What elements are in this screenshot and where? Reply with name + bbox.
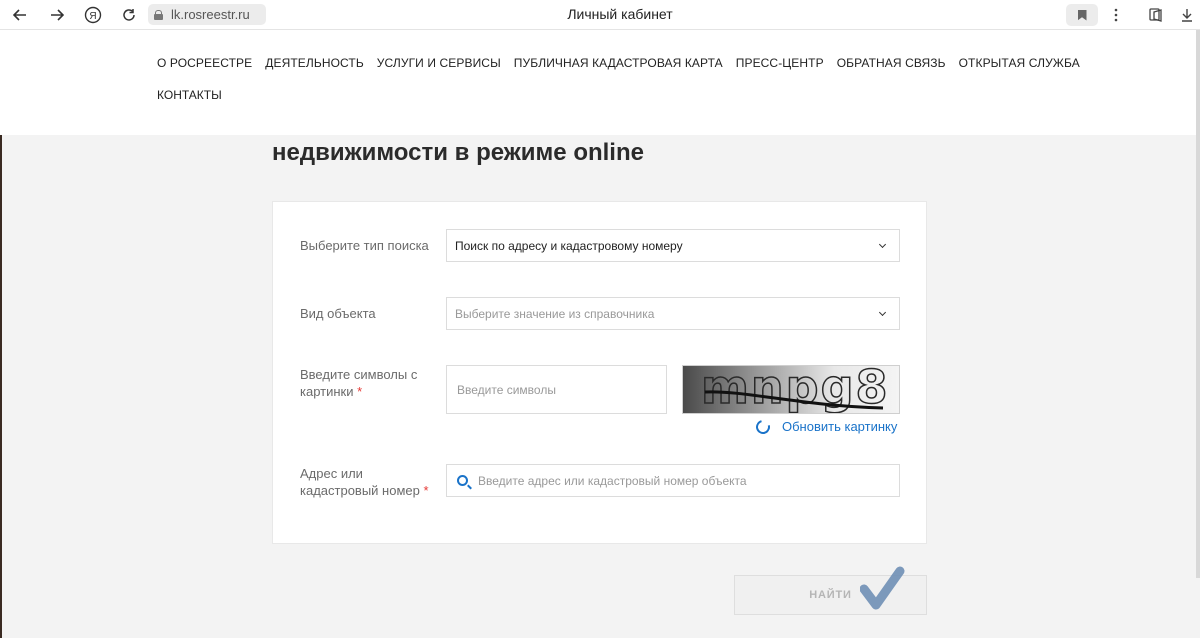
menu-dots-icon[interactable] (1105, 4, 1127, 26)
nav-item-about[interactable]: О РОСРЕЕСТРЕ (157, 56, 252, 70)
captcha-label-line2: картинки (300, 384, 354, 399)
site-header (0, 30, 1200, 135)
reload-icon[interactable] (118, 4, 140, 26)
address-label-line2: кадастровый номер (300, 483, 420, 498)
chevron-down-icon (878, 240, 887, 249)
nav-item-contacts[interactable]: КОНТАКТЫ (157, 88, 222, 102)
nav-item-feedback[interactable]: ОБРАТНАЯ СВЯЗЬ (837, 56, 946, 70)
object-type-label: Вид объекта (300, 306, 376, 321)
address-label-line1: Адрес или (300, 466, 363, 481)
address-placeholder: Введите адрес или кадастровый номер объе… (478, 473, 747, 488)
captcha-placeholder: Введите символы (457, 382, 556, 397)
yandex-glyph: Я (89, 11, 96, 22)
page-title: недвижимости в режиме online (272, 139, 644, 166)
scrollbar[interactable] (1196, 30, 1200, 578)
object-type-placeholder: Выберите значение из справочника (455, 306, 655, 321)
bookmark-icon (1077, 9, 1087, 21)
captcha-input[interactable]: Введите символы (446, 365, 667, 414)
search-type-select[interactable]: Поиск по адресу и кадастровому номеру (446, 229, 900, 262)
address-search-input[interactable]: Введите адрес или кадастровый номер объе… (446, 464, 900, 497)
address-bar[interactable]: lk.rosreestr.ru (148, 4, 266, 25)
captcha-noise-line (704, 390, 884, 410)
collections-icon[interactable] (1145, 4, 1167, 26)
main-nav: О РОСРЕЕСТРЕ ДЕЯТЕЛЬНОСТЬ УСЛУГИ И СЕРВИ… (157, 56, 1093, 70)
forward-arrow-icon[interactable] (46, 4, 68, 26)
refresh-captcha-label: Обновить картинку (782, 419, 898, 434)
address-label: Адрес или кадастровый номер * (300, 465, 429, 499)
nav-item-services[interactable]: УСЛУГИ И СЕРВИСЫ (377, 56, 501, 70)
refresh-icon (753, 416, 773, 437)
tab-title: Личный кабинет (567, 6, 673, 22)
nav-item-press-center[interactable]: ПРЕСС-ЦЕНТР (736, 56, 824, 70)
url-text: lk.rosreestr.ru (171, 7, 250, 22)
refresh-captcha-link[interactable]: Обновить картинку (753, 416, 898, 437)
bookmark-button[interactable] (1066, 4, 1098, 26)
nav-item-activity[interactable]: ДЕЯТЕЛЬНОСТЬ (265, 56, 364, 70)
required-mark: * (357, 384, 363, 399)
nav-item-cadastral-map[interactable]: ПУБЛИЧНАЯ КАДАСТРОВАЯ КАРТА (514, 56, 723, 70)
chevron-down-icon (878, 308, 887, 317)
checkmark-icon (860, 566, 905, 610)
captcha-label-line1: Введите символы с (300, 367, 418, 382)
search-type-label: Выберите тип поиска (300, 238, 429, 253)
browser-toolbar: Я lk.rosreestr.ru Личный кабинет (0, 0, 1200, 30)
back-arrow-icon[interactable] (9, 4, 31, 26)
object-type-select[interactable]: Выберите значение из справочника (446, 297, 900, 330)
yandex-icon[interactable]: Я (82, 4, 104, 26)
search-icon (457, 475, 468, 486)
search-type-value: Поиск по адресу и кадастровому номеру (455, 238, 683, 253)
nav-item-open-service[interactable]: ОТКРЫТАЯ СЛУЖБА (959, 56, 1080, 70)
required-mark: * (423, 483, 429, 498)
download-icon[interactable] (1176, 4, 1198, 26)
lock-icon (154, 9, 163, 20)
captcha-label: Введите символы с картинки * (300, 366, 417, 400)
captcha-image: mnpg8 (682, 365, 900, 414)
